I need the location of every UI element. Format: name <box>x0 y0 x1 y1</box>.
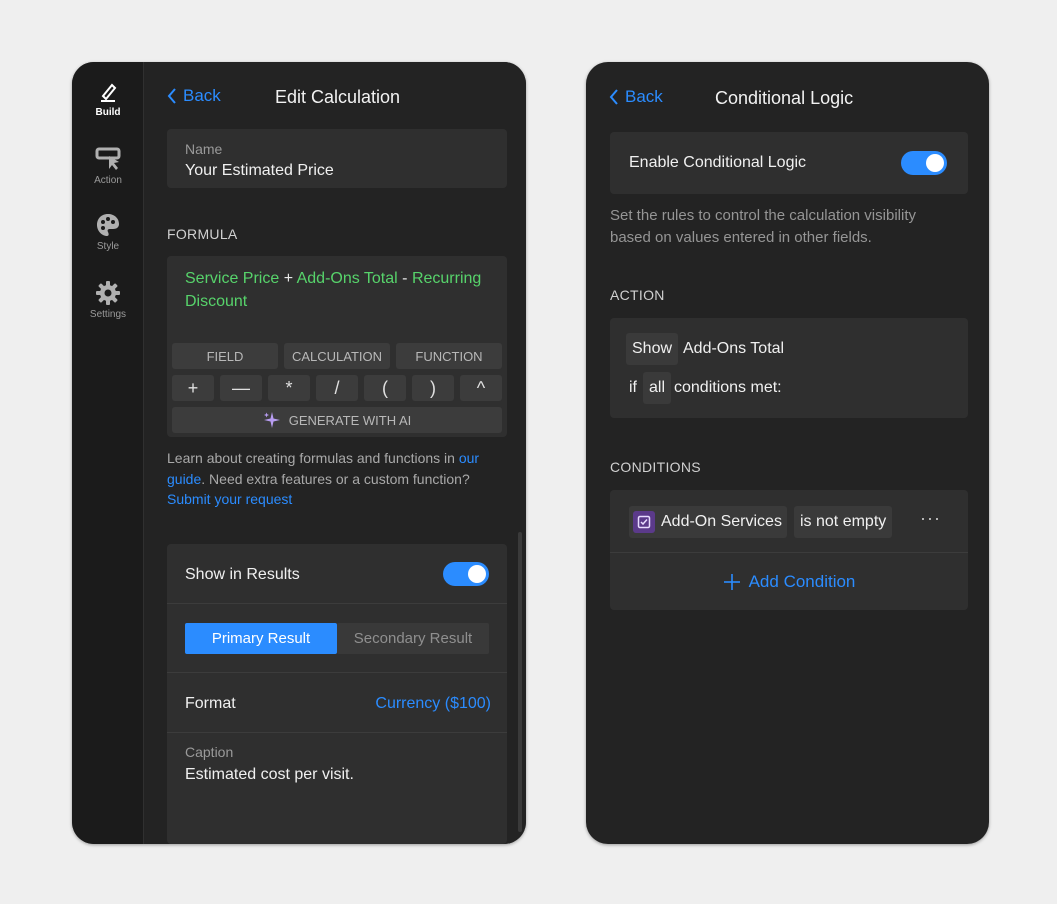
palette-icon <box>97 214 119 236</box>
format-select[interactable]: Currency ($100) <box>375 695 491 713</box>
edit-calculation-panel: Build Action Style Settings Back Edit Ca… <box>72 62 526 844</box>
conditional-logic-panel: Back Conditional Logic Enable Conditiona… <box>586 62 989 844</box>
operator-power-button[interactable]: ^ <box>460 375 502 401</box>
add-condition-label: Add Condition <box>748 571 856 591</box>
formula-editor: Service Price + Add-Ons Total - Recurrin… <box>167 256 507 437</box>
action-section-label: ACTION <box>610 287 665 303</box>
conditions-card: Add-On Services is not empty ··· Add Con… <box>610 490 968 610</box>
pencil-icon <box>101 83 117 102</box>
enable-conditional-logic-card: Enable Conditional Logic <box>610 132 968 194</box>
sidebar-item-style[interactable]: Style <box>72 212 144 252</box>
formula-token: Service Price <box>185 270 280 287</box>
if-label: if <box>629 379 637 396</box>
insert-calculation-button[interactable]: CALCULATION <box>284 343 390 369</box>
add-condition-button[interactable]: Add Condition <box>610 553 968 610</box>
operator-close-paren-button[interactable]: ) <box>412 375 454 401</box>
sidebar-item-label: Action <box>94 175 122 186</box>
formula-help-text: Learn about creating formulas and functi… <box>167 448 507 510</box>
sidebar: Build Action Style Settings <box>72 62 144 844</box>
chevron-left-icon <box>609 89 618 105</box>
back-button[interactable]: Back <box>167 86 221 106</box>
show-in-results-toggle[interactable] <box>443 562 489 586</box>
scrollbar[interactable] <box>518 532 522 832</box>
sidebar-item-action[interactable]: Action <box>72 146 144 186</box>
format-label: Format <box>185 695 236 712</box>
condition-operator-select[interactable]: is not empty <box>794 506 893 538</box>
gear-icon <box>96 281 120 305</box>
sidebar-item-label: Build <box>95 107 121 118</box>
formula-token: - <box>402 270 408 287</box>
formula-input[interactable]: Service Price + Add-Ons Total - Recurrin… <box>185 267 485 313</box>
edit-calculation-content: Back Edit Calculation Name Your Estimate… <box>145 62 526 844</box>
plus-icon <box>723 573 740 590</box>
divider <box>167 672 507 673</box>
formula-token: + <box>283 270 294 287</box>
divider <box>167 732 507 733</box>
name-value: Your Estimated Price <box>185 162 334 179</box>
enable-conditional-logic-label: Enable Conditional Logic <box>629 154 807 171</box>
formula-section-label: FORMULA <box>167 226 238 242</box>
primary-result-tab[interactable]: Primary Result <box>185 623 337 654</box>
generate-with-ai-label: GENERATE WITH AI <box>288 412 412 428</box>
back-label: Back <box>625 87 663 106</box>
caption-input[interactable]: Estimated cost per visit. <box>185 766 354 784</box>
formula-token: Add-Ons Total <box>296 270 398 287</box>
submit-request-link[interactable]: Submit your request <box>167 491 292 507</box>
insert-function-button[interactable]: FUNCTION <box>396 343 502 369</box>
insert-field-button[interactable]: FIELD <box>172 343 278 369</box>
operator-plus-button[interactable]: + <box>172 375 214 401</box>
operator-divide-button[interactable]: / <box>316 375 358 401</box>
generate-with-ai-button[interactable]: GENERATE WITH AI <box>172 407 502 433</box>
action-card: Show Add-Ons Total if all conditions met… <box>610 318 968 418</box>
action-target: Add-Ons Total <box>683 340 785 357</box>
sidebar-item-build[interactable]: Build <box>72 78 144 118</box>
conditions-met-label: conditions met: <box>674 379 782 396</box>
toggle-knob <box>468 565 486 583</box>
divider <box>167 603 507 604</box>
show-in-results-label: Show in Results <box>185 566 300 583</box>
help-text-part: Learn about creating formulas and functi… <box>167 450 459 466</box>
secondary-result-tab[interactable]: Secondary Result <box>337 623 489 654</box>
condition-field-label: Add-On Services <box>661 513 782 530</box>
sparkle-icon <box>263 412 280 428</box>
name-caption: Name <box>185 141 223 157</box>
page-title: Edit Calculation <box>275 87 401 107</box>
enable-conditional-logic-toggle[interactable] <box>901 151 947 175</box>
conditional-description: Set the rules to control the calculation… <box>610 207 916 246</box>
caption-label: Caption <box>185 744 234 760</box>
chevron-left-icon <box>167 88 176 104</box>
more-options-icon[interactable]: ··· <box>920 508 941 529</box>
page-title: Conditional Logic <box>715 88 854 108</box>
checkbox-icon <box>633 511 655 533</box>
action-icon <box>95 147 121 170</box>
results-settings-card: Show in Results Primary Result Secondary… <box>167 544 507 844</box>
sidebar-item-label: Style <box>96 241 120 252</box>
match-mode-select[interactable]: all <box>643 372 672 404</box>
action-verb-select[interactable]: Show <box>626 333 679 365</box>
name-field[interactable]: Name Your Estimated Price <box>167 129 507 188</box>
sidebar-item-label: Settings <box>89 309 127 320</box>
conditions-section-label: CONDITIONS <box>610 459 701 475</box>
back-label: Back <box>183 86 221 105</box>
operator-multiply-button[interactable]: * <box>268 375 310 401</box>
operator-minus-button[interactable]: — <box>220 375 262 401</box>
sidebar-item-settings[interactable]: Settings <box>72 280 144 320</box>
condition-field-select[interactable]: Add-On Services <box>629 506 787 538</box>
operator-open-paren-button[interactable]: ( <box>364 375 406 401</box>
back-button[interactable]: Back <box>609 87 663 107</box>
toggle-knob <box>926 154 944 172</box>
help-text-part: . Need extra features or a custom functi… <box>201 470 470 487</box>
